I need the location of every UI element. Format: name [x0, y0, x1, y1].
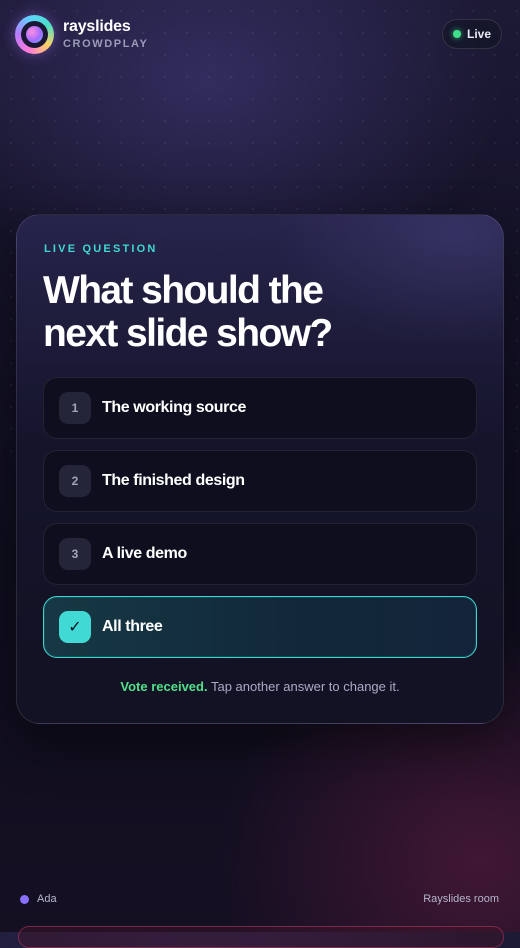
brand-text: rayslides CROWDPLAY — [63, 19, 149, 50]
answer-option-2[interactable]: 2 The finished design — [43, 450, 477, 512]
user-name: Ada — [37, 893, 57, 905]
answer-option-1[interactable]: 1 The working source — [43, 377, 477, 439]
brand-product: CROWDPLAY — [63, 38, 149, 50]
bottom-panel-edge — [18, 926, 504, 948]
option-label: The working source — [102, 399, 246, 416]
question-eyebrow: LIVE QUESTION — [44, 243, 158, 255]
live-status-pill: Live — [442, 19, 502, 49]
check-icon: ✓ — [59, 611, 91, 643]
answer-option-3[interactable]: 3 A live demo — [43, 523, 477, 585]
rayslides-logo-icon — [15, 15, 54, 54]
option-number-badge: 2 — [59, 465, 91, 497]
status-dot-icon — [452, 30, 461, 38]
option-label: The finished design — [102, 472, 245, 489]
question-card: LIVE QUESTION What should the next slide … — [16, 214, 504, 724]
question-line-1: What should the — [43, 269, 324, 312]
vote-hint-text: Tap another answer to change it. — [210, 679, 400, 694]
answer-options: 1 The working source 2 The finished desi… — [43, 377, 477, 669]
vote-status-message: Vote received. Tap another answer to cha… — [17, 679, 503, 694]
question-line-2: next slide show? — [43, 312, 333, 355]
room-name: Rayslides room — [423, 893, 499, 905]
current-user: Ada — [20, 893, 57, 905]
vote-received-text: Vote received. — [120, 679, 208, 694]
option-label: All three — [102, 618, 163, 635]
live-status-label: Live — [466, 27, 491, 41]
brand-name: rayslides — [63, 18, 131, 35]
option-label: A live demo — [102, 545, 187, 562]
user-dot-icon — [20, 894, 29, 904]
answer-option-4-selected[interactable]: ✓ All three — [43, 596, 477, 658]
question-title: What should the next slide show? — [43, 269, 373, 355]
option-number-badge: 1 — [59, 392, 91, 424]
brand-header: rayslides CROWDPLAY — [15, 15, 149, 54]
option-number-badge: 3 — [59, 538, 91, 570]
